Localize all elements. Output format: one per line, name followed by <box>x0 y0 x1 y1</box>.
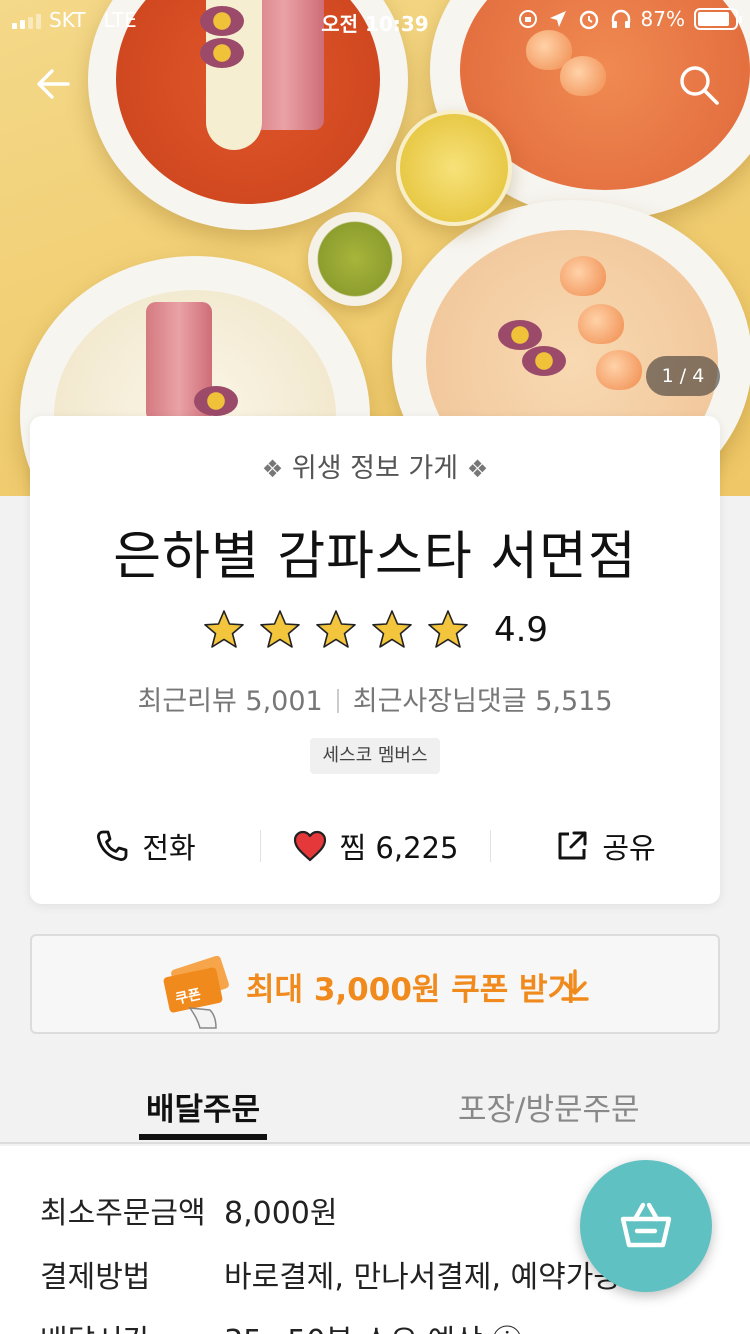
alarm-icon <box>579 10 598 30</box>
info-row-min-order: 최소주문금액 8,000원 <box>40 1188 337 1232</box>
cart-button[interactable] <box>580 1160 712 1292</box>
share-button[interactable]: 공유 <box>490 816 720 876</box>
info-key: 배달시간 <box>40 1316 224 1334</box>
battery-icon <box>694 8 742 30</box>
star-icon <box>372 610 412 648</box>
star-icon <box>428 610 468 648</box>
call-button[interactable]: 전화 <box>30 816 260 876</box>
battery-percent: 87% <box>640 7 685 31</box>
review-counts: 최근리뷰 5,001 최근사장님댓글 5,515 <box>30 679 720 718</box>
favorite-label: 찜 6,225 <box>339 831 459 865</box>
pickle-bowl <box>308 212 402 306</box>
hygiene-badge-label: 위생 정보 가게 <box>291 453 459 484</box>
coupon-icon: 쿠폰 <box>163 955 229 1029</box>
tab-delivery[interactable]: 배달주문 <box>139 1084 267 1129</box>
info-value: 8,000원 <box>224 1196 338 1231</box>
active-tab-indicator <box>139 1134 267 1140</box>
call-label: 전화 <box>142 831 196 865</box>
back-arrow-icon[interactable] <box>32 62 76 106</box>
status-bar: SKT LTE 오전 10:39 87% <box>0 0 750 40</box>
download-arrow-icon <box>561 969 589 1001</box>
info-key: 최소주문금액 <box>40 1196 206 1231</box>
info-row-payment: 결제방법 바로결제, 만나서결제, 예약가능 <box>40 1252 621 1296</box>
share-label: 공유 <box>602 831 656 865</box>
recent-reviews-link[interactable]: 최근리뷰 5,001 <box>137 686 322 717</box>
info-row-delivery-time: 배달시간35~50분 소요 예상 ⓘ <box>40 1316 522 1334</box>
coupon-banner[interactable]: 쿠폰 최대 3,000원 쿠폰 받기 <box>30 934 720 1034</box>
star-icon <box>260 610 300 648</box>
store-name: 은하별 감파스타 서면점 <box>113 527 637 587</box>
coupon-label: 최대 3,000원 쿠폰 받기 <box>246 972 577 1008</box>
favorite-button[interactable]: 찜 6,225 <box>260 816 490 876</box>
info-value: 바로결제, 만나서결제, 예약가능 <box>224 1260 621 1295</box>
rotation-lock-icon <box>518 10 537 28</box>
info-key: 결제방법 <box>40 1260 151 1295</box>
hygiene-badge: ❖ 위생 정보 가게 ❖ <box>30 446 720 485</box>
location-icon <box>549 11 566 27</box>
tab-pickup[interactable]: 포장/방문주문 <box>458 1084 640 1129</box>
divider <box>336 689 339 713</box>
photo-page-indicator: 1 / 4 <box>646 356 720 396</box>
star-icon <box>204 610 244 648</box>
basket-icon <box>620 1202 672 1248</box>
membership-badge: 세스코 멤버스 <box>310 738 440 774</box>
drink-glass <box>396 110 512 226</box>
heart-icon <box>293 830 326 862</box>
rating-score: 4.9 <box>493 610 549 650</box>
phone-icon <box>97 830 128 861</box>
search-icon[interactable] <box>676 62 722 108</box>
leaf-icon: ❖ <box>466 455 489 483</box>
owner-replies-link[interactable]: 최근사장님댓글 5,515 <box>353 686 613 717</box>
star-icon <box>316 610 356 648</box>
leaf-icon: ❖ <box>261 455 284 483</box>
rating-row: 4.9 <box>30 608 720 652</box>
store-info-card: ❖ 위생 정보 가게 ❖ 은하별 감파스타 서면점 4.9 최근리뷰 5,001… <box>30 416 720 904</box>
info-value: 35~50분 소요 예상 ⓘ <box>224 1324 522 1334</box>
share-icon <box>558 831 587 860</box>
headphones-icon <box>611 9 630 28</box>
order-type-tabs: 배달주문 포장/방문주문 <box>0 1070 750 1144</box>
action-bar: 전화 찜 6,225 공유 <box>30 816 720 876</box>
